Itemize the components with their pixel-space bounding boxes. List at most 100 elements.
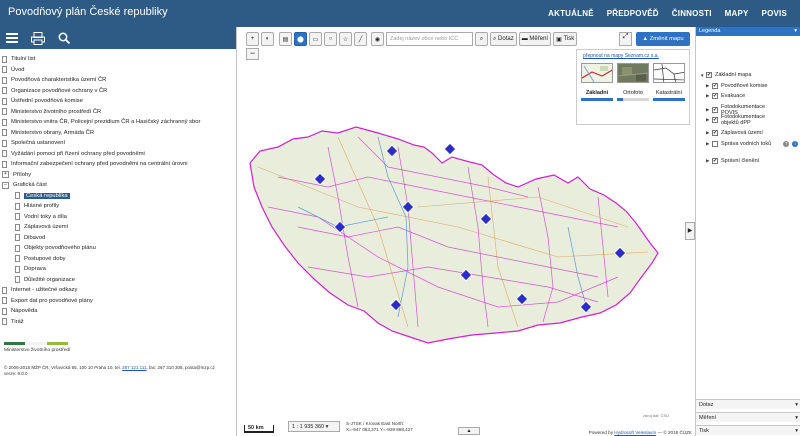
basemap-katastralni-opacity[interactable] <box>653 98 685 101</box>
circle-select-icon[interactable]: ○ <box>324 32 337 46</box>
search-icon[interactable] <box>56 30 72 46</box>
map-area[interactable]: + ◐ ▤ ⬤ ▭ ○ ☆ ╱ ◉ Zadej název obce nebo … <box>238 27 695 436</box>
document-icon <box>2 118 7 126</box>
tree-item[interactable]: Titulní list <box>2 54 234 65</box>
help-icon[interactable]: ? <box>783 141 790 147</box>
fullscreen-icon[interactable]: ⤢ <box>619 32 632 46</box>
tree-item[interactable]: Internet - užitečné odkazy <box>2 285 234 296</box>
tree-item[interactable]: Doprava <box>2 264 234 275</box>
switch-map-link[interactable]: přepnout na mapy Seznam.cz s.a. <box>583 53 659 59</box>
legend-item[interactable]: ▶ ✔ Správní členění <box>706 158 759 164</box>
phone-link[interactable]: 267 121 111 <box>122 365 146 370</box>
legend-item[interactable]: ▶ ✔ Fotodokumentace objektů dPP <box>706 114 779 126</box>
tree-item[interactable]: Organizace povodňové ochrany v ČR <box>2 86 234 97</box>
tree-item-label: Vodní toky a díla <box>24 213 67 220</box>
chevron-down-icon: ▾ <box>795 402 798 408</box>
expand-bottom-button[interactable]: ▲ <box>458 427 480 435</box>
tree-item[interactable]: Hlásné profily <box>2 201 234 212</box>
search-button[interactable]: ⌕ <box>475 32 488 46</box>
ministry-name: Ministerstvo životního prostředí <box>4 348 71 353</box>
powered-suffix: — © 2018 ČÚZK <box>657 430 692 435</box>
layer-checkbox[interactable] <box>712 141 718 147</box>
tree-item[interactable]: Dibavod <box>2 233 234 244</box>
eye-icon[interactable]: ◉ <box>371 32 384 46</box>
nav-aktualne[interactable]: AKTUÁLNĚ <box>548 0 594 27</box>
tree-item[interactable]: Záplavová území <box>2 222 234 233</box>
document-icon <box>15 255 20 263</box>
basemap-zakladni[interactable]: Základní <box>581 63 615 107</box>
nav-cinnosti[interactable]: ČINNOSTI <box>672 0 712 27</box>
tree-item[interactable]: Povodňová charakteristika území ČR <box>2 75 234 86</box>
search-input[interactable]: Zadej název obce nebo ICC <box>386 32 473 46</box>
measure-button[interactable]: ▬ Měření <box>518 32 552 46</box>
compass-icon[interactable]: ◐ <box>261 32 274 46</box>
copyright: © 2006-2018 MŽP ČR, Vršovická 65, 100 10… <box>4 365 232 377</box>
tree-item[interactable]: Export dat pro povodňové plány <box>2 296 234 307</box>
tree-item[interactable]: Ministerstvo životního prostředí ČR <box>2 107 234 118</box>
tree-item[interactable]: Ústřední povodňová komise <box>2 96 234 107</box>
legend-item[interactable]: ▶ ✔ Evakuace <box>706 93 745 99</box>
collapse-legend-button[interactable]: ▶ <box>685 222 695 240</box>
layers-icon[interactable]: ▤ <box>279 32 292 46</box>
data-source-note: zdroj dat: ČSÚ <box>643 413 670 418</box>
legend-panel: Legenda ▾ ▼ ✔ Základní mapa ▶ ✔ Povodňové kom… <box>695 27 800 436</box>
tree-item[interactable]: Společná ustanovení <box>2 138 234 149</box>
nav-predpoved[interactable]: PŘEDPOVĚĎ <box>607 0 659 27</box>
basemap-zakladni-opacity[interactable] <box>581 98 613 101</box>
tree-item-label: Export dat pro povodňové plány <box>11 297 93 304</box>
legend-dotaz[interactable]: Dotaz ▾ <box>696 399 800 409</box>
tree-item[interactable]: Česká republika <box>2 191 234 202</box>
basemap-ortofoto-opacity[interactable] <box>617 98 649 101</box>
tree-item[interactable]: Důležité organizace <box>2 275 234 286</box>
nav-povis[interactable]: POVIS <box>762 0 787 27</box>
tree-folder[interactable]: − Grafická část <box>2 180 234 191</box>
legend-tisk[interactable]: Tisk ▾ <box>696 425 800 435</box>
legend-item[interactable]: ▶ Správa vodních toků? i <box>706 141 799 147</box>
tree-item-label: Objekty povodňového plánu <box>24 245 96 252</box>
layer-checkbox[interactable]: ✔ <box>712 83 718 89</box>
tree-item[interactable]: Tiráž <box>2 317 234 328</box>
tree-item[interactable]: Ministerstvo vnitra ČR, Policejní prezid… <box>2 117 234 128</box>
zoom-in-button[interactable]: + <box>246 32 259 46</box>
tree-item[interactable]: Vodní toky a díla <box>2 212 234 223</box>
legend-item[interactable]: ▼ ✔ Základní mapa <box>700 72 751 78</box>
tree-item[interactable]: Postupové doby <box>2 254 234 265</box>
nav-mapy[interactable]: MAPY <box>725 0 749 27</box>
legend-item-label: Fotodokumentace objektů dPP <box>721 114 766 126</box>
layer-checkbox[interactable]: ✔ <box>706 72 712 78</box>
tree-item[interactable]: Úvod <box>2 65 234 76</box>
layer-checkbox[interactable]: ✔ <box>712 93 718 99</box>
tree-item[interactable]: Vyžádání pomoci při řízení ochrany před … <box>2 149 234 160</box>
basemap-katastralni[interactable]: Katastrální <box>653 63 687 107</box>
zoom-out-button[interactable]: − <box>246 48 259 60</box>
query-button[interactable]: ⌕ Dotaz <box>490 32 517 46</box>
tree-item[interactable]: Informační zabezpečení ochrany před povo… <box>2 159 234 170</box>
scale-select[interactable]: 1 : 1 935 360 ▾ <box>288 421 340 432</box>
layer-checkbox[interactable]: ✔ <box>712 158 718 164</box>
layer-checkbox[interactable]: ✔ <box>712 107 718 113</box>
tree-item[interactable]: Nápověda <box>2 306 234 317</box>
basemap-ortofoto[interactable]: Ortofoto <box>617 63 651 107</box>
footer: Ministerstvo životního prostředí © 2006-… <box>4 342 232 377</box>
rectangle-select-icon[interactable]: ▭ <box>309 32 322 46</box>
info-icon[interactable]: i <box>792 141 799 147</box>
legend-item[interactable]: ▶ ✔ Záplavová území <box>706 130 763 136</box>
tree-item[interactable]: Ministerstvo obrany, Armáda ČR <box>2 128 234 139</box>
change-map-button[interactable]: ▲ Změnit mapu <box>636 32 690 46</box>
powered-link[interactable]: Hydrosoft Veleslavín <box>614 430 656 435</box>
line-icon[interactable]: ╱ <box>354 32 367 46</box>
print-document-icon[interactable] <box>30 30 46 46</box>
legend-item[interactable]: ▶ ✔ Povodňové komise <box>706 83 767 89</box>
menu-icon[interactable] <box>4 30 20 46</box>
tree-folder[interactable]: + Přílohy <box>2 170 234 181</box>
country-area[interactable] <box>249 126 659 344</box>
print-button[interactable]: ▣ Tisk <box>553 32 578 46</box>
layer-checkbox[interactable]: ✔ <box>712 117 718 123</box>
polygon-select-icon[interactable]: ☆ <box>339 32 352 46</box>
tree-item[interactable]: Objekty povodňového plánu <box>2 243 234 254</box>
commission-marker[interactable] <box>443 142 457 156</box>
pin-icon[interactable]: ⬤ <box>294 32 307 46</box>
legend-mereni[interactable]: Měření ▾ <box>696 412 800 422</box>
legend-header[interactable]: Legenda ▾ <box>696 27 800 36</box>
layer-checkbox[interactable]: ✔ <box>712 130 718 136</box>
